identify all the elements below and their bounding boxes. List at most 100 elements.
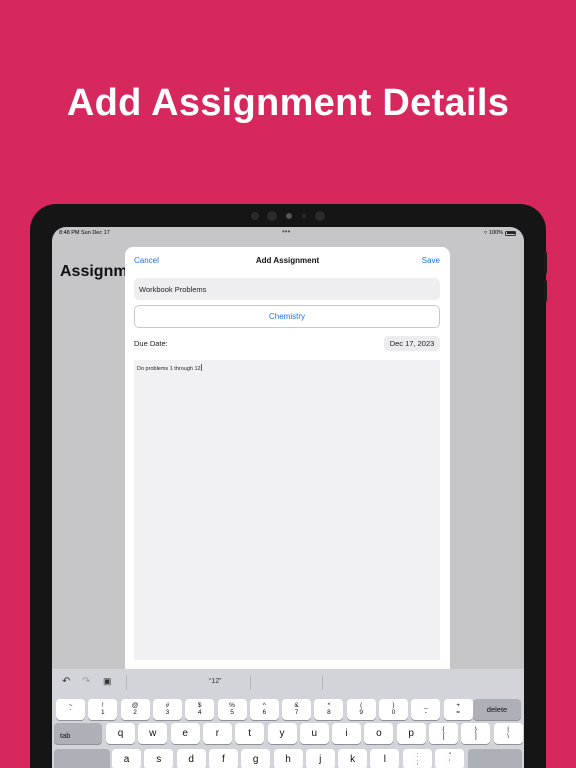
- key-shift-char: {: [442, 726, 445, 733]
- camera-dot: [302, 214, 306, 218]
- key-7[interactable]: & 7: [282, 699, 312, 720]
- key-6[interactable]: ^ 6: [249, 699, 279, 720]
- key-shift-char: _: [423, 702, 428, 709]
- add-assignment-sheet: Add Assignment Cancel Save Workbook Prob…: [125, 247, 450, 687]
- cancel-button[interactable]: Cancel: [134, 256, 159, 265]
- battery-percent: 100%: [488, 230, 503, 236]
- key-shift-char: ~: [68, 702, 73, 709]
- key-1[interactable]: ! 1: [88, 699, 118, 720]
- key-l[interactable]: l: [370, 749, 400, 768]
- camera-dot: [315, 211, 325, 221]
- headline: Add Assignment Details: [66, 82, 510, 124]
- key-u[interactable]: u: [299, 723, 329, 744]
- key-shift-char: }: [474, 726, 477, 733]
- due-date-picker[interactable]: Dec 17, 2023: [384, 336, 440, 351]
- key-f[interactable]: f: [208, 749, 238, 768]
- key-shift-char: :: [416, 752, 419, 759]
- key-char: \: [507, 733, 509, 740]
- side-button: [544, 280, 547, 302]
- key-`[interactable]: ~ `: [56, 699, 85, 720]
- key-o[interactable]: o: [364, 723, 394, 744]
- divider: [250, 675, 251, 690]
- key-5[interactable]: % 5: [217, 699, 247, 720]
- key-r[interactable]: r: [202, 723, 232, 744]
- sheet-title: Add Assignment: [255, 256, 320, 265]
- status-time: 8:48 PM Sun Dec 17: [59, 230, 110, 236]
- key-q[interactable]: q: [106, 723, 135, 744]
- key-d[interactable]: d: [176, 749, 206, 768]
- key-w[interactable]: w: [138, 723, 168, 744]
- key-shift-char: ^: [262, 702, 266, 709]
- key-char: =: [456, 709, 460, 716]
- suggestion-center[interactable]: “12”: [209, 678, 221, 685]
- key-2[interactable]: @2: [120, 699, 150, 720]
- key-=[interactable]: + =: [443, 699, 473, 720]
- assignment-name-field[interactable]: Workbook Problems: [134, 278, 440, 300]
- key-shift-char: ): [392, 702, 395, 709]
- key-char: [: [442, 733, 445, 740]
- key-shift-char: *: [327, 702, 331, 709]
- tab-key[interactable]: tab: [54, 723, 102, 744]
- side-button: [544, 252, 547, 274]
- camera-dot: [267, 211, 277, 221]
- key-i[interactable]: i: [332, 723, 362, 744]
- camera-dot: [251, 212, 259, 220]
- caps-lock-key[interactable]: [54, 749, 110, 768]
- key-j[interactable]: j: [305, 749, 335, 768]
- subject-button[interactable]: Chemistry: [134, 305, 440, 328]
- ipad-screen: 8:48 PM Sun Dec 17 ••• ▿ 100% Assignme A…: [52, 227, 524, 768]
- key-4[interactable]: $4: [185, 699, 215, 720]
- key-shift-char: %: [229, 702, 235, 709]
- key-char: 1: [100, 709, 105, 716]
- save-button[interactable]: Save: [422, 256, 440, 265]
- key-shift-char: &: [294, 702, 299, 709]
- sheet-nav-bar: Add Assignment Cancel Save: [125, 256, 450, 268]
- key-char: ': [449, 759, 451, 766]
- key-;[interactable]: :;: [403, 749, 432, 768]
- key-t[interactable]: t: [235, 723, 265, 744]
- key-e[interactable]: e: [170, 723, 200, 744]
- key-h[interactable]: h: [273, 749, 303, 768]
- notes-text-area[interactable]: Do problems 1 through 12: [134, 360, 440, 660]
- key-char: 2: [133, 709, 137, 716]
- key-shift-char: @: [131, 702, 139, 709]
- key-char: -: [424, 709, 427, 716]
- key-3[interactable]: #3: [152, 699, 182, 720]
- text-cursor: [200, 364, 202, 371]
- key-p[interactable]: p: [396, 723, 426, 744]
- key-0[interactable]: ) 0: [379, 699, 408, 720]
- key-[[interactable]: {[: [429, 723, 458, 744]
- key-9[interactable]: (9: [346, 699, 376, 720]
- key-char: 4: [197, 709, 202, 716]
- key-shift-char: ": [448, 752, 451, 759]
- key-char: 7: [294, 709, 299, 716]
- key-\[interactable]: | \: [493, 723, 523, 744]
- key-s[interactable]: s: [144, 749, 174, 768]
- return-key[interactable]: [468, 749, 522, 768]
- key-][interactable]: }]: [461, 723, 491, 744]
- key-'[interactable]: " ': [435, 749, 465, 768]
- redo-icon[interactable]: ↷: [82, 676, 90, 687]
- key-char: 3: [165, 709, 170, 716]
- divider: [126, 675, 127, 690]
- status-bar: 8:48 PM Sun Dec 17 ••• ▿ 100%: [52, 227, 524, 239]
- key-g[interactable]: g: [241, 749, 271, 768]
- key-char: 0: [391, 709, 396, 716]
- undo-icon[interactable]: ↶: [62, 676, 70, 687]
- key-8[interactable]: * 8: [314, 699, 344, 720]
- key-shift-char: (: [360, 702, 363, 709]
- key--[interactable]: _ -: [411, 699, 441, 720]
- key-char: ]: [474, 733, 477, 740]
- keyboard-shortcut-bar: ↶ ↷ ▣ “12”: [52, 669, 524, 696]
- divider: [322, 675, 323, 690]
- multitasking-dots-icon[interactable]: •••: [282, 227, 290, 236]
- key-shift-char: +: [456, 702, 460, 709]
- paste-icon[interactable]: ▣: [103, 676, 112, 687]
- camera-lens: [286, 213, 292, 219]
- key-a[interactable]: a: [112, 749, 141, 768]
- key-y[interactable]: y: [267, 723, 297, 744]
- delete-key[interactable]: delete: [473, 699, 521, 720]
- key-char: 8: [327, 709, 331, 716]
- key-k[interactable]: k: [338, 749, 368, 768]
- key-char: 5: [230, 709, 234, 716]
